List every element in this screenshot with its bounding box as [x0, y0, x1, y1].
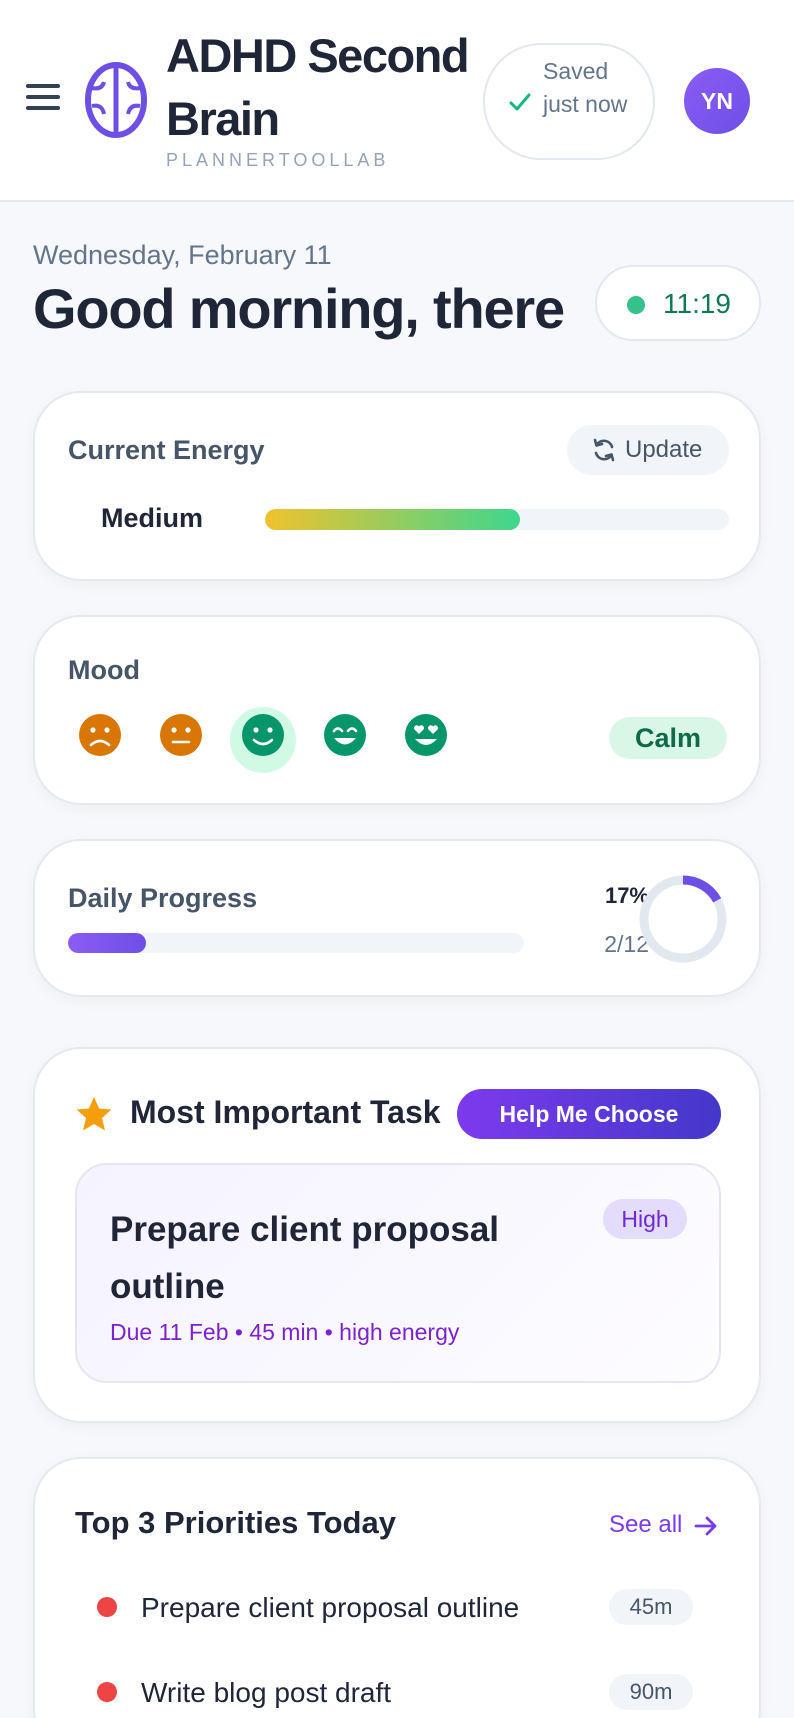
refresh-icon	[593, 438, 615, 462]
mit-task-card[interactable]: Prepare client proposal outline High Due…	[75, 1163, 721, 1383]
current-date: Wednesday, February 11	[33, 240, 332, 270]
help-me-choose-button[interactable]: Help Me Choose	[457, 1089, 721, 1139]
save-status-text: Saved just now	[543, 58, 628, 117]
priority-duration: 90m	[609, 1674, 693, 1710]
priority-label: Write blog post draft	[141, 1677, 392, 1708]
hamburger-menu-icon[interactable]	[26, 84, 60, 114]
mood-title: Mood	[68, 655, 140, 685]
progress-bar-fill	[68, 933, 146, 953]
clock-time: 11:19	[663, 288, 731, 319]
app-header: ADHD Second Brain PLANNERTOOLLAB Saved j…	[0, 0, 794, 202]
app-subtitle: PLANNERTOOLLAB	[166, 150, 390, 170]
status-dot	[627, 296, 645, 314]
mit-task-meta: Due 11 Feb • 45 min • high energy	[110, 1319, 460, 1345]
mood-card: Mood Calm	[33, 615, 761, 805]
energy-bar-fill	[265, 509, 521, 530]
brain-logo-icon	[85, 62, 147, 138]
smile-face-icon[interactable]	[241, 713, 285, 757]
priority-duration: 45m	[609, 1589, 693, 1625]
arrow-right-icon	[694, 1516, 717, 1536]
star-icon	[76, 1097, 112, 1131]
top-priorities-card: Top 3 Priorities Today See all Prepare c…	[33, 1457, 761, 1718]
priority-item[interactable]: Prepare client proposal outline 45m	[75, 1577, 735, 1637]
progress-bar	[68, 933, 524, 953]
energy-bar	[265, 509, 729, 530]
priority-label: Prepare client proposal outline	[141, 1592, 520, 1623]
priority-item[interactable]: Write blog post draft 90m	[75, 1662, 735, 1718]
greeting-heading: Good morning, there	[33, 277, 565, 340]
save-status-pill: Saved just now	[483, 43, 655, 160]
heart-eyes-face-icon[interactable]	[404, 713, 448, 757]
progress-title: Daily Progress	[68, 883, 258, 913]
grin-face-icon[interactable]	[323, 713, 367, 757]
mit-title: Most Important Task	[130, 1094, 441, 1130]
priority-dot	[97, 1682, 117, 1702]
progress-ring	[639, 875, 727, 963]
mit-task-title: Prepare client proposal outline	[110, 1210, 500, 1306]
energy-card: Current Energy Update Medium	[33, 391, 761, 581]
sad-face-icon[interactable]	[78, 713, 122, 757]
daily-progress-card: Daily Progress 17% 2/12	[33, 839, 761, 997]
see-all-link[interactable]: See all	[609, 1511, 717, 1539]
update-label: Update	[625, 436, 703, 463]
most-important-task-card: Most Important Task Help Me Choose Prepa…	[33, 1047, 761, 1423]
see-all-label: See all	[609, 1511, 683, 1538]
app-title: ADHD Second Brain	[166, 29, 470, 145]
priority-badge: High	[603, 1199, 687, 1239]
update-energy-button[interactable]: Update	[567, 425, 729, 475]
energy-level: Medium	[101, 503, 204, 533]
energy-title: Current Energy	[68, 435, 265, 465]
priority-dot	[97, 1597, 117, 1617]
user-avatar[interactable]: YN	[684, 68, 750, 134]
mood-label-badge: Calm	[609, 717, 727, 759]
clock-pill: 11:19	[595, 265, 761, 341]
priorities-title: Top 3 Priorities Today	[75, 1505, 396, 1540]
check-icon	[509, 93, 531, 111]
neutral-face-icon[interactable]	[159, 713, 203, 757]
